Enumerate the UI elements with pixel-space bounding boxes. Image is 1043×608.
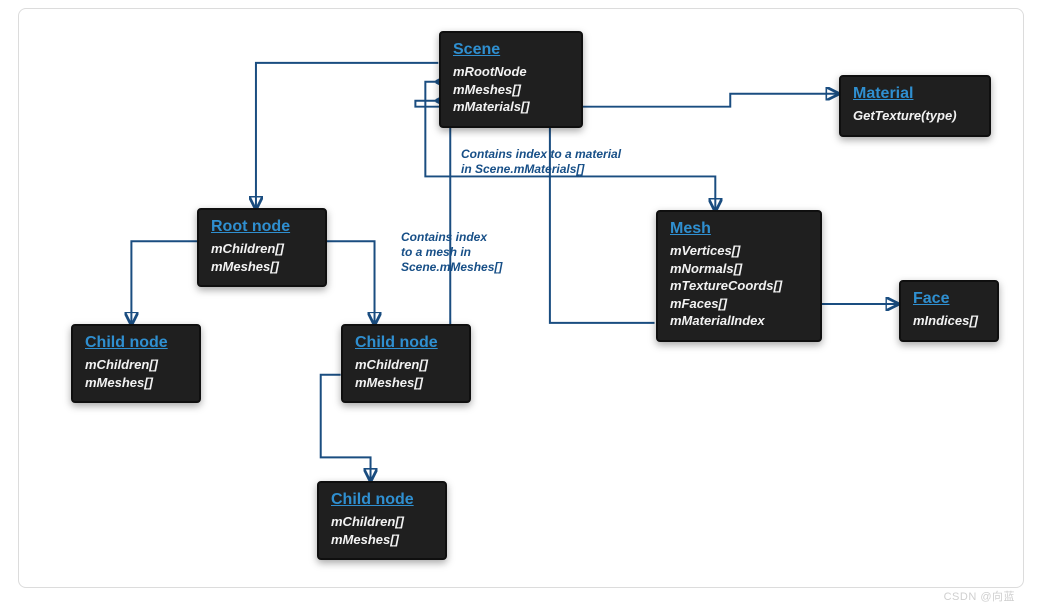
- node-scene-title: Scene: [453, 41, 569, 59]
- node-mesh-prop-0: mVertices[]: [670, 242, 808, 260]
- node-child-c-prop-0: mChildren[]: [331, 513, 433, 531]
- node-mesh-prop-2: mTextureCoords[]: [670, 277, 808, 295]
- node-scene-prop-1: mMeshes[]: [453, 81, 569, 99]
- node-mesh-prop-4: mMaterialIndex: [670, 312, 808, 330]
- watermark: CSDN @向蓝: [944, 588, 1015, 604]
- node-child-b-title: Child node: [355, 334, 457, 352]
- node-mesh: Mesh mVertices[] mNormals[] mTextureCoor…: [656, 210, 822, 342]
- node-child-c-title: Child node: [331, 491, 433, 509]
- node-child-b-prop-0: mChildren[]: [355, 356, 457, 374]
- node-child-a-prop-0: mChildren[]: [85, 356, 187, 374]
- node-face-prop-0: mIndices[]: [913, 312, 985, 330]
- node-root-prop-0: mChildren[]: [211, 240, 313, 258]
- node-mesh-title: Mesh: [670, 220, 808, 238]
- node-root-prop-1: mMeshes[]: [211, 258, 313, 276]
- label-material-index: Contains index to a material in Scene.mM…: [461, 147, 661, 177]
- node-child-a-title: Child node: [85, 334, 187, 352]
- node-mesh-prop-1: mNormals[]: [670, 260, 808, 278]
- node-face-title: Face: [913, 290, 985, 308]
- node-child-b-prop-1: mMeshes[]: [355, 374, 457, 392]
- node-child-c: Child node mChildren[] mMeshes[]: [317, 481, 447, 560]
- diagram-frame: Scene mRootNode mMeshes[] mMaterials[] R…: [18, 8, 1024, 588]
- label-mesh-index: Contains index to a mesh in Scene.mMeshe…: [401, 230, 531, 275]
- node-child-b: Child node mChildren[] mMeshes[]: [341, 324, 471, 403]
- node-child-a-prop-1: mMeshes[]: [85, 374, 187, 392]
- node-mesh-prop-3: mFaces[]: [670, 295, 808, 313]
- diagram-canvas: Scene mRootNode mMeshes[] mMaterials[] R…: [31, 19, 1011, 577]
- node-material: Material GetTexture(type): [839, 75, 991, 137]
- node-root: Root node mChildren[] mMeshes[]: [197, 208, 327, 287]
- node-scene: Scene mRootNode mMeshes[] mMaterials[]: [439, 31, 583, 128]
- node-material-prop-0: GetTexture(type): [853, 107, 977, 125]
- node-scene-prop-2: mMaterials[]: [453, 98, 569, 116]
- node-scene-prop-0: mRootNode: [453, 63, 569, 81]
- node-material-title: Material: [853, 85, 977, 103]
- node-root-title: Root node: [211, 218, 313, 236]
- node-child-c-prop-1: mMeshes[]: [331, 531, 433, 549]
- node-child-a: Child node mChildren[] mMeshes[]: [71, 324, 201, 403]
- node-face: Face mIndices[]: [899, 280, 999, 342]
